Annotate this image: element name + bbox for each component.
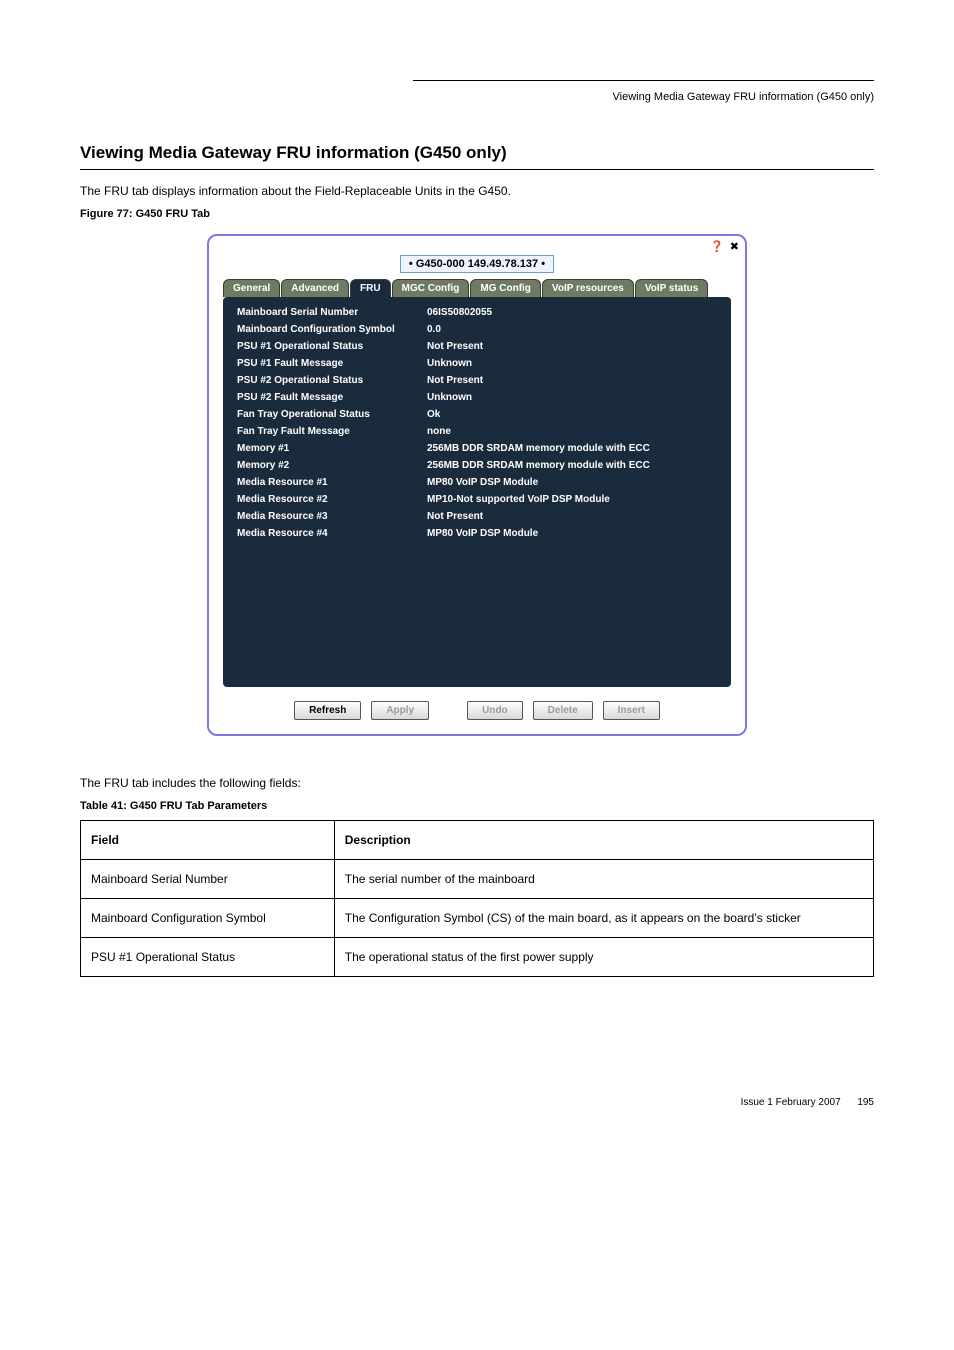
field-label: Fan Tray Fault Message: [237, 426, 427, 437]
fru-panel: Mainboard Serial Number06IS50802055 Main…: [223, 297, 731, 687]
fields-table: Field Description Mainboard Serial Numbe…: [80, 820, 874, 977]
table-caption: Table 41: G450 FRU Tab Parameters: [80, 800, 874, 812]
figure-caption: Figure 77: G450 FRU Tab: [80, 208, 874, 220]
field-label: Fan Tray Operational Status: [237, 409, 427, 420]
field-label: Media Resource #1: [237, 477, 427, 488]
field-value: MP80 VoIP DSP Module: [427, 528, 538, 539]
tab-bar: General Advanced FRU MGC Config MG Confi…: [209, 279, 745, 297]
intro-paragraph: The FRU tab displays information about t…: [80, 184, 874, 198]
insert-button[interactable]: Insert: [603, 701, 660, 720]
table-row: PSU #1 Operational Status The operationa…: [81, 938, 874, 977]
tab-voip-resources[interactable]: VoIP resources: [542, 279, 634, 297]
field-value: MP10-Not supported VoIP DSP Module: [427, 494, 610, 505]
table-header-field: Field: [81, 821, 335, 860]
field-value: Not Present: [427, 341, 483, 352]
section-heading: Viewing Media Gateway FRU information (G…: [80, 143, 874, 163]
table-cell: Mainboard Serial Number: [81, 860, 335, 899]
table-cell: The Configuration Symbol (CS) of the mai…: [334, 899, 873, 938]
field-label: PSU #2 Operational Status: [237, 375, 427, 386]
table-header-description: Description: [334, 821, 873, 860]
table-cell: The serial number of the mainboard: [334, 860, 873, 899]
field-label: Mainboard Serial Number: [237, 307, 427, 318]
field-value: MP80 VoIP DSP Module: [427, 477, 538, 488]
tab-general[interactable]: General: [223, 279, 280, 297]
table-cell: Mainboard Configuration Symbol: [81, 899, 335, 938]
tab-voip-status[interactable]: VoIP status: [635, 279, 709, 297]
delete-button[interactable]: Delete: [533, 701, 593, 720]
field-value: 0.0: [427, 324, 441, 335]
field-label: Media Resource #4: [237, 528, 427, 539]
table-row: Mainboard Serial Number The serial numbe…: [81, 860, 874, 899]
footer-page-number: 195: [857, 1097, 874, 1108]
tab-advanced[interactable]: Advanced: [281, 279, 349, 297]
field-value: 256MB DDR SRDAM memory module with ECC: [427, 460, 650, 471]
device-title-pill: • G450-000 149.49.78.137 •: [400, 255, 554, 273]
field-value: Unknown: [427, 358, 472, 369]
button-bar: Refresh Apply Undo Delete Insert: [209, 687, 745, 734]
apply-button[interactable]: Apply: [371, 701, 429, 720]
table-cell: PSU #1 Operational Status: [81, 938, 335, 977]
table-cell: The operational status of the first powe…: [334, 938, 873, 977]
field-label: PSU #1 Fault Message: [237, 358, 427, 369]
field-label: Media Resource #3: [237, 511, 427, 522]
field-label: PSU #2 Fault Message: [237, 392, 427, 403]
field-value: Ok: [427, 409, 440, 420]
refresh-button[interactable]: Refresh: [294, 701, 361, 720]
field-label: Memory #2: [237, 460, 427, 471]
field-value: 256MB DDR SRDAM memory module with ECC: [427, 443, 650, 454]
screenshot-panel: ❓ ✖ • G450-000 149.49.78.137 • General A…: [207, 234, 747, 736]
field-label: Media Resource #2: [237, 494, 427, 505]
footer-issue: Issue 1 February 2007: [741, 1097, 841, 1108]
running-header: Viewing Media Gateway FRU information (G…: [80, 91, 874, 103]
field-label: Memory #1: [237, 443, 427, 454]
tab-mgc-config[interactable]: MGC Config: [392, 279, 470, 297]
table-row: Mainboard Configuration Symbol The Confi…: [81, 899, 874, 938]
field-value: Not Present: [427, 511, 483, 522]
help-icon[interactable]: ❓: [710, 240, 724, 253]
field-label: PSU #1 Operational Status: [237, 341, 427, 352]
page-footer: Issue 1 February 2007 195: [80, 1097, 874, 1108]
field-value: none: [427, 426, 451, 437]
field-value: 06IS50802055: [427, 307, 492, 318]
undo-button[interactable]: Undo: [467, 701, 523, 720]
tab-fru[interactable]: FRU: [350, 279, 391, 297]
table-intro: The FRU tab includes the following field…: [80, 776, 874, 790]
tab-mg-config[interactable]: MG Config: [470, 279, 541, 297]
field-value: Not Present: [427, 375, 483, 386]
field-value: Unknown: [427, 392, 472, 403]
field-label: Mainboard Configuration Symbol: [237, 324, 427, 335]
close-icon[interactable]: ✖: [730, 240, 739, 253]
